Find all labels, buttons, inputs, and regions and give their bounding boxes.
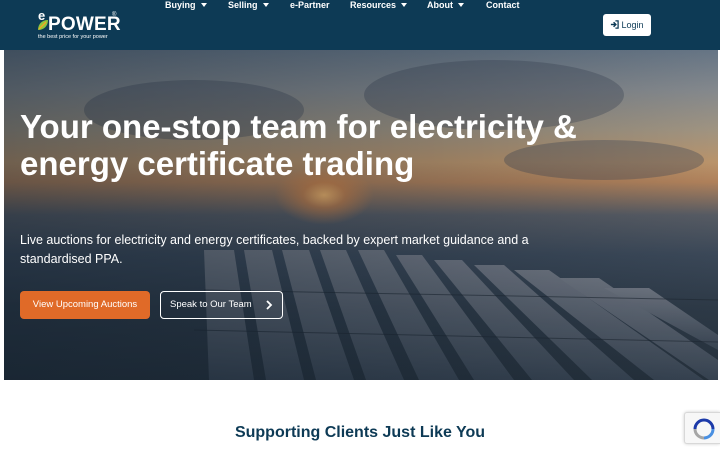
nav-item-label: Buying <box>165 0 196 10</box>
chevron-right-icon <box>266 300 273 310</box>
epower-logo[interactable]: e POWER ® the best price for your power <box>36 8 121 42</box>
logo-tagline: the best price for your power <box>38 34 108 40</box>
speak-to-our-team-label: Speak to Our Team <box>170 299 252 310</box>
hero-banner: Your one-stop team for electricity & ene… <box>4 50 718 380</box>
caret-down-icon <box>401 2 408 7</box>
nav-item-contact[interactable]: Contact <box>486 0 520 50</box>
recaptcha-icon <box>693 418 715 440</box>
section-title: Supporting Clients Just Like You <box>234 424 486 441</box>
caret-down-icon <box>200 2 207 7</box>
nav-item-label: e-Partner <box>290 0 330 10</box>
login-label: Login <box>621 20 644 30</box>
logo-word: POWER <box>48 14 121 35</box>
caret-down-icon <box>458 2 464 7</box>
nav-item-resources[interactable]: Resources <box>350 0 408 50</box>
logo-registered-mark: ® <box>112 12 117 18</box>
nav-item-label: Resources <box>350 0 397 10</box>
nav-item-label: Contact <box>486 0 520 10</box>
sign-in-icon <box>610 20 619 29</box>
top-navbar: e POWER ® the best price for your power … <box>0 0 720 50</box>
nav-item-about[interactable]: About <box>427 0 464 50</box>
nav-item-buying[interactable]: Buying <box>165 0 207 50</box>
view-upcoming-auctions-button[interactable]: View Upcoming Auctions <box>20 291 150 319</box>
hero-headline: Your one-stop team for electricity & ene… <box>20 108 577 182</box>
login-button[interactable]: Login <box>603 14 651 36</box>
hero-subtext: Live auctions for electricity and energy… <box>20 233 529 266</box>
caret-down-icon <box>262 2 269 7</box>
recaptcha-badge[interactable] <box>684 412 720 444</box>
nav-item-e-partner[interactable]: e-Partner <box>290 0 330 50</box>
hero-overlay <box>4 50 718 380</box>
nav-item-label: About <box>427 0 453 10</box>
speak-to-our-team-button[interactable]: Speak to Our Team <box>160 291 283 319</box>
nav-item-selling[interactable]: Selling <box>228 0 269 50</box>
nav-item-label: Selling <box>228 0 258 10</box>
